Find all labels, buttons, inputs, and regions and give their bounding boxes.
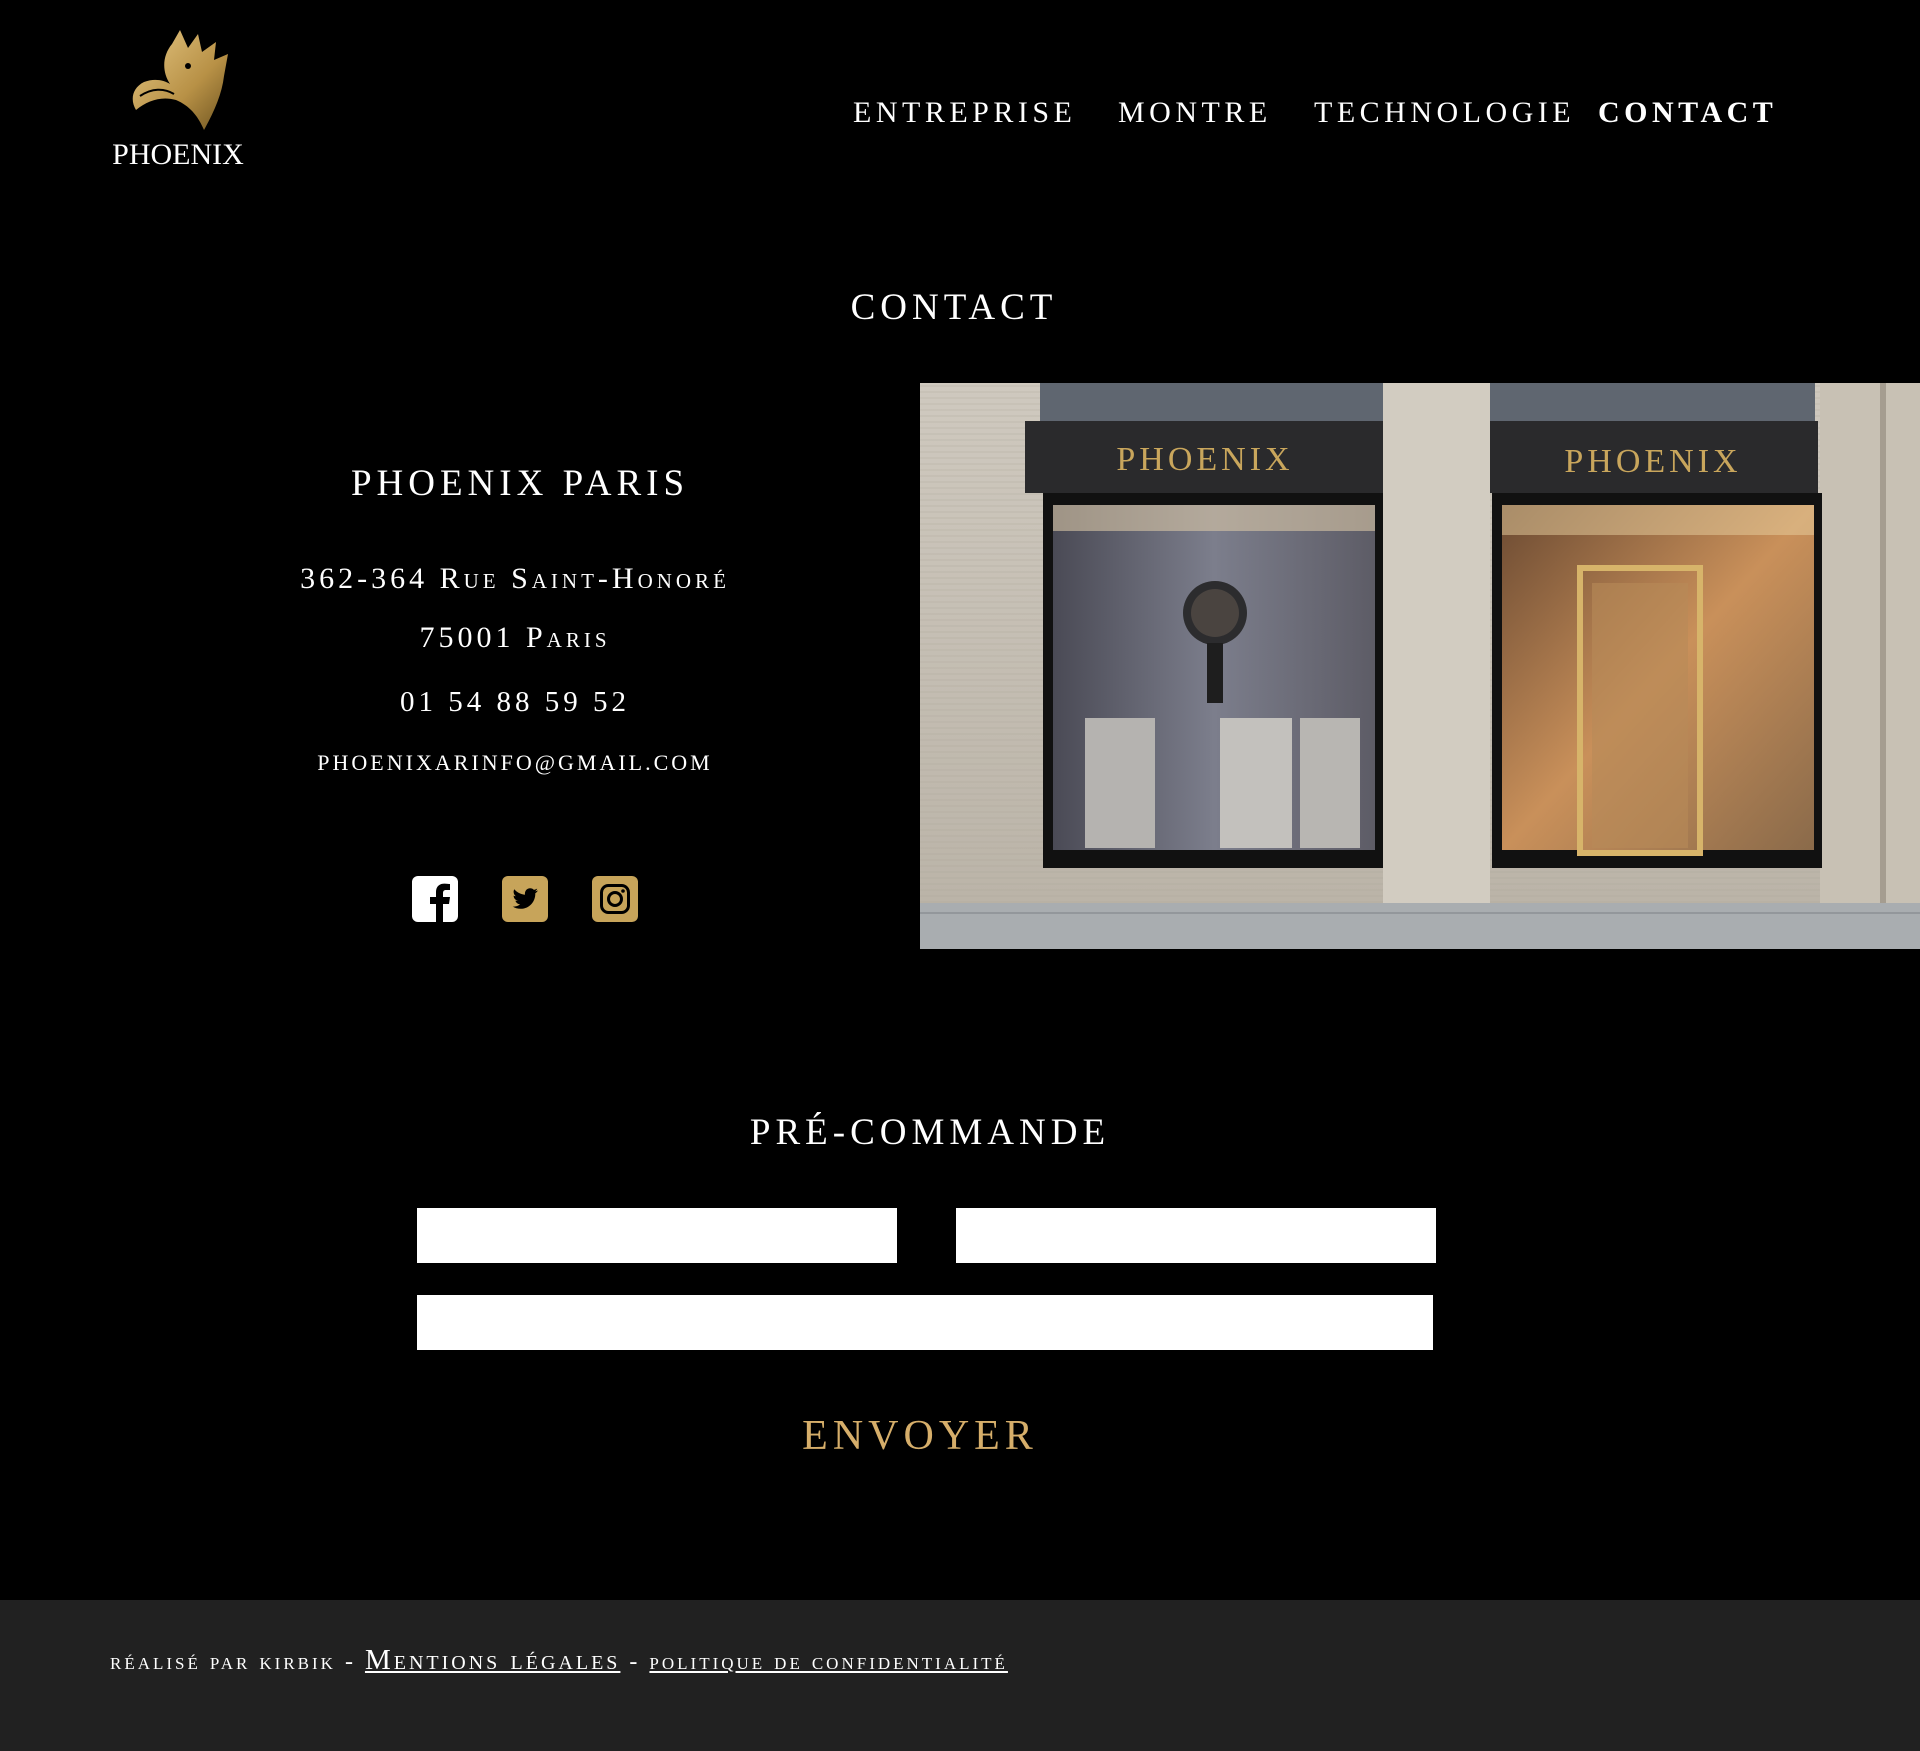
address-line-2: 75001 Paris xyxy=(419,621,611,654)
preorder-field-2[interactable] xyxy=(956,1208,1436,1263)
preorder-field-1[interactable] xyxy=(417,1208,897,1263)
footer: réalisé par kirbik - Mentions légales - … xyxy=(0,1600,1920,1751)
main-nav: ENTREPRISE MONTRE TECHNOLOGIE CONTACT xyxy=(0,96,1920,136)
storefront-photo: PHOENIX PHOENIX xyxy=(920,383,1920,949)
nav-item-entreprise[interactable]: ENTREPRISE xyxy=(853,96,1076,130)
preorder-field-3[interactable] xyxy=(417,1295,1433,1350)
privacy-policy-link[interactable]: politique de confidentialité xyxy=(649,1649,1008,1675)
footer-links: réalisé par kirbik - Mentions légales - … xyxy=(110,1644,1008,1677)
phone-number[interactable]: 01 54 88 59 52 xyxy=(250,686,780,719)
footer-separator: - xyxy=(344,1649,356,1675)
storefront-sign-left: PHOENIX xyxy=(1116,441,1293,478)
storefront-sign-right: PHOENIX xyxy=(1564,443,1741,480)
facebook-icon[interactable] xyxy=(412,876,458,922)
legal-mentions-link[interactable]: Mentions légales xyxy=(365,1644,620,1676)
footer-credit: réalisé par kirbik xyxy=(110,1649,336,1675)
twitter-icon[interactable] xyxy=(502,876,548,922)
instagram-icon[interactable] xyxy=(592,876,638,922)
nav-item-technologie[interactable]: TECHNOLOGIE xyxy=(1314,96,1575,130)
submit-button[interactable]: ENVOYER xyxy=(0,1411,1840,1461)
nav-item-montre[interactable]: MONTRE xyxy=(1118,96,1272,130)
nav-item-contact[interactable]: CONTACT xyxy=(1598,96,1777,130)
page-title: CONTACT xyxy=(850,287,1058,328)
email-link[interactable]: phoenixarinfo@gmail.com xyxy=(250,750,780,776)
address-line-1: 362-364 Rue Saint-Honoré xyxy=(300,562,730,595)
social-links xyxy=(412,876,642,922)
preorder-title: PRÉ-COMMANDE xyxy=(749,1112,1111,1153)
store-name: PHOENIX PARIS xyxy=(350,463,690,504)
brand-logo-text: PHOENIX xyxy=(112,138,244,171)
footer-separator: - xyxy=(629,1649,641,1675)
